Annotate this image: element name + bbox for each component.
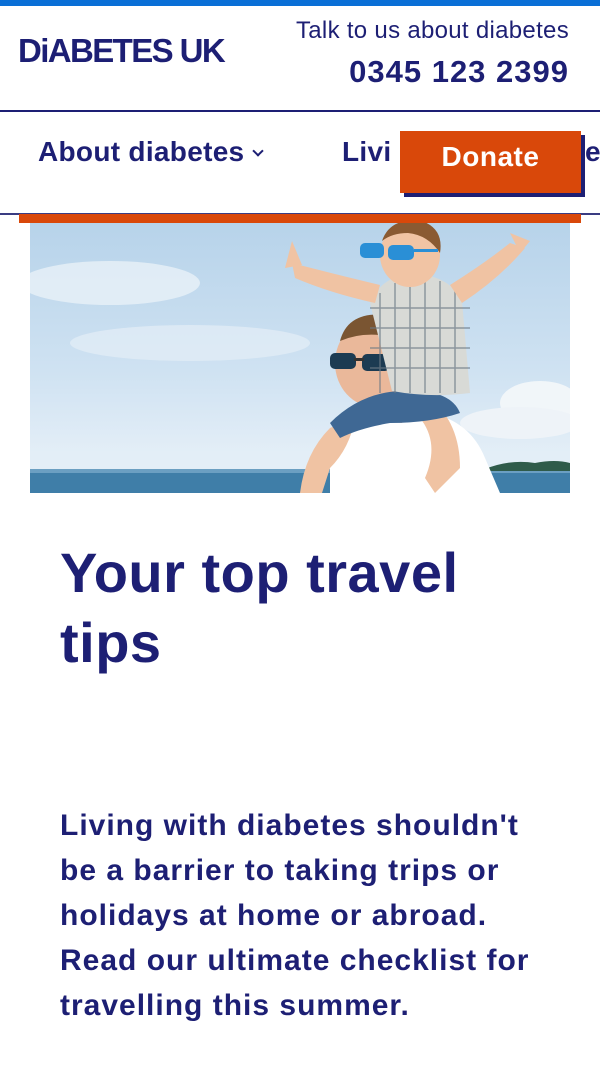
accent-bar	[19, 214, 581, 223]
intro-paragraph: Living with diabetes shouldn't be a barr…	[60, 809, 530, 1022]
nav-item-truncated[interactable]: e	[585, 136, 600, 168]
logo-link[interactable]: DiABETES UK	[18, 32, 226, 70]
chevron-down-icon	[252, 145, 265, 157]
nav-item-living[interactable]: Livi	[342, 136, 391, 168]
contact-text-link[interactable]: Talk to us about diabetes	[296, 17, 569, 45]
phone-number-link[interactable]: 0345 123 2399	[349, 54, 569, 90]
page-title: Your top travel tips	[60, 541, 459, 674]
nav-item-about-diabetes[interactable]: About diabetes	[38, 136, 265, 168]
site-header: DiABETES UK Talk to us about diabetes 03…	[0, 6, 600, 110]
donate-button[interactable]: Donate	[400, 131, 581, 193]
nav-item-label: Livi	[342, 136, 392, 167]
nav-item-label: About diabetes	[38, 136, 245, 167]
hero-image	[30, 223, 570, 493]
